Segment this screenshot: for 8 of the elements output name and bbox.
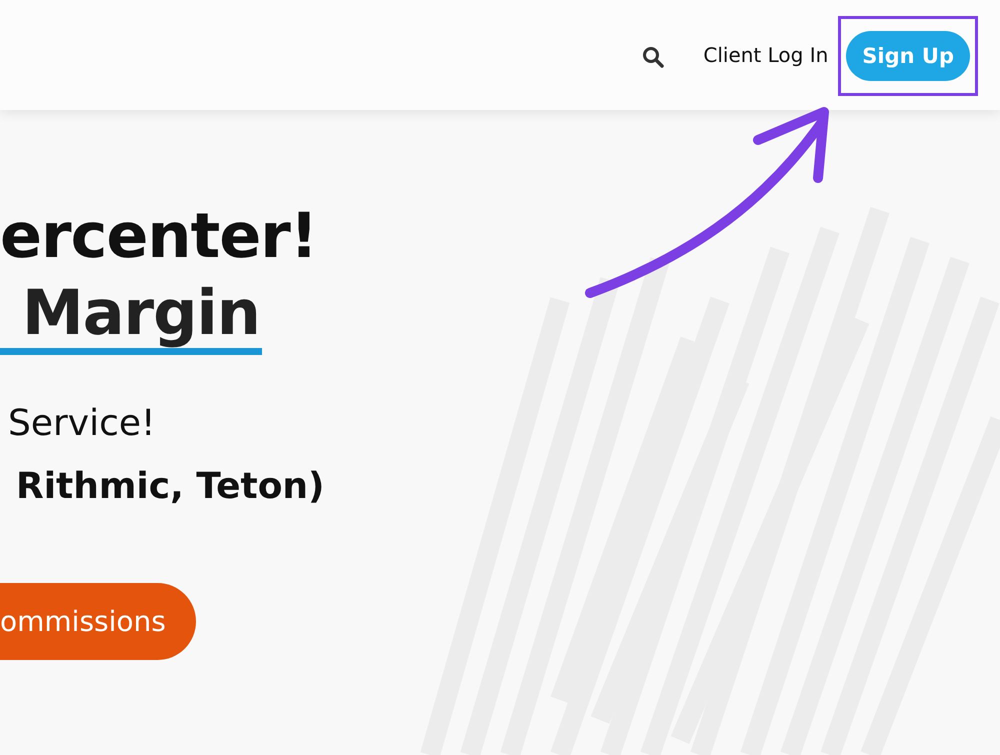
search-icon[interactable] bbox=[641, 45, 666, 69]
client-login-link[interactable]: Client Log In bbox=[703, 43, 828, 67]
hero-heading-highlight: Margin bbox=[0, 278, 262, 355]
sign-up-button[interactable]: Sign Up bbox=[846, 31, 970, 81]
hero-heading: ercenter! bbox=[0, 198, 318, 274]
platforms-text: Rithmic, Teton) bbox=[16, 466, 326, 507]
commissions-button[interactable]: ommissions bbox=[0, 583, 196, 660]
tagline-text: Service! bbox=[8, 403, 156, 444]
